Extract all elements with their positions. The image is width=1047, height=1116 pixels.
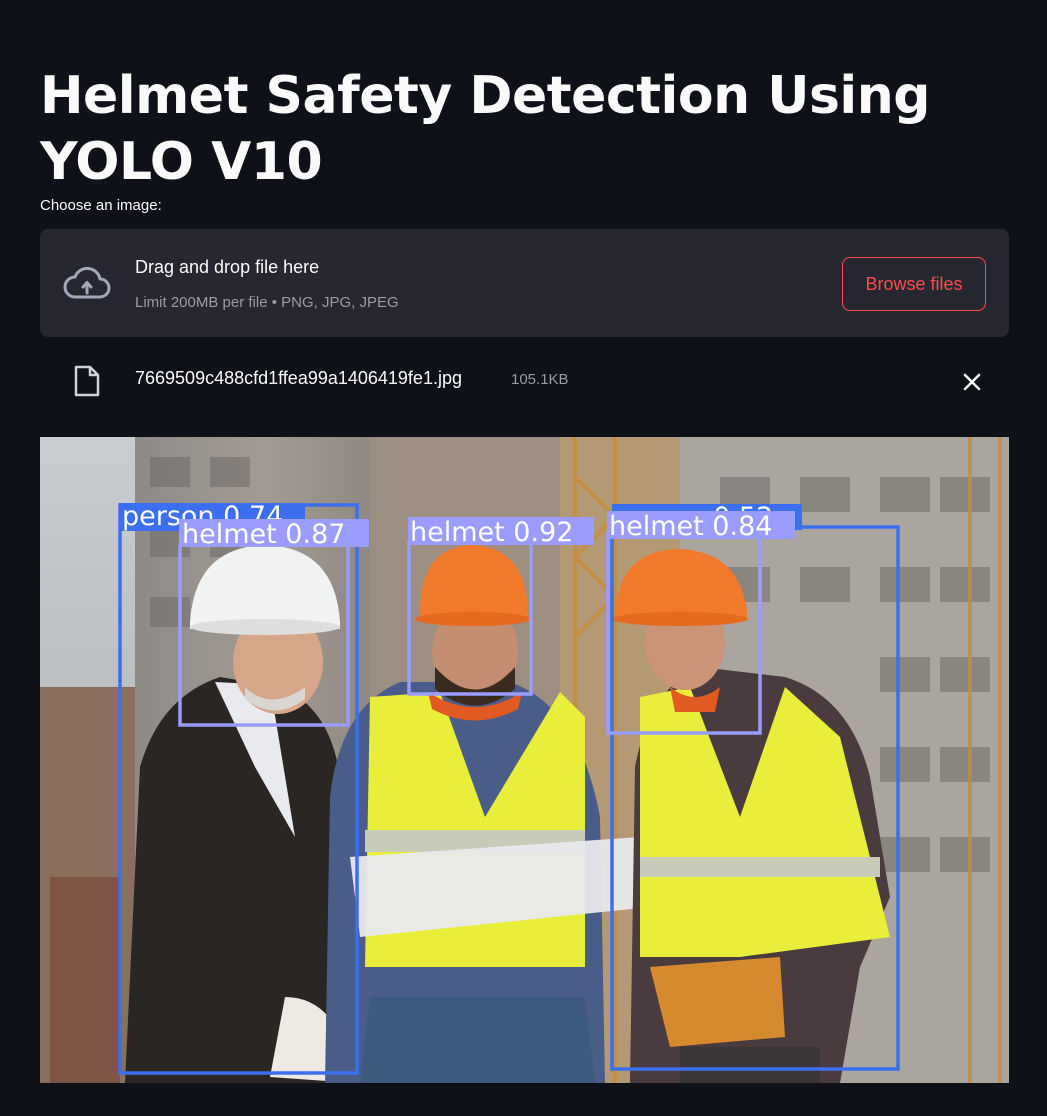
uploader-label: Choose an image: [40, 197, 162, 214]
dropzone-instruction: Drag and drop file here [135, 257, 320, 277]
detection-photo-svg: person 0.74 person 0.52 helmet 0.87 helm… [40, 437, 1009, 1083]
cloud-upload-icon [63, 266, 111, 299]
page-title: Helmet Safety Detection Using YOLO V10 [40, 65, 930, 192]
uploaded-file-row: 7669509c488cfd1ffea99a1406419fe1.jpg 105… [40, 355, 1009, 407]
uploaded-file-size: 105.1KB [511, 371, 569, 388]
dropzone-limit-text: Limit 200MB per file • PNG, JPG, JPEG [135, 294, 399, 311]
detection-label-helmet-3: helmet 0.84 [609, 511, 772, 542]
close-icon[interactable] [960, 370, 984, 394]
file-dropzone[interactable]: Drag and drop file here Limit 200MB per … [40, 229, 1009, 337]
detection-result-image: person 0.74 person 0.52 helmet 0.87 helm… [40, 437, 1009, 1083]
detection-label-helmet-2: helmet 0.92 [410, 517, 573, 548]
detection-label-helmet-1: helmet 0.87 [182, 519, 345, 550]
file-icon [74, 365, 100, 397]
browse-files-button[interactable]: Browse files [842, 257, 986, 311]
uploaded-file-name: 7669509c488cfd1ffea99a1406419fe1.jpg [135, 368, 462, 388]
